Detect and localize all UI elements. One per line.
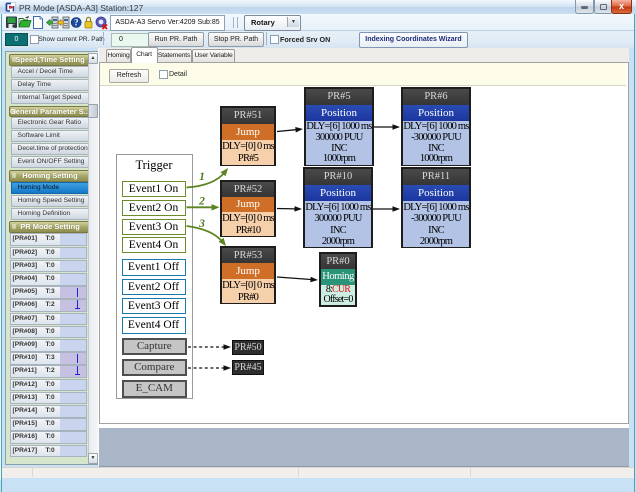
- svg-text:?: ?: [74, 18, 79, 28]
